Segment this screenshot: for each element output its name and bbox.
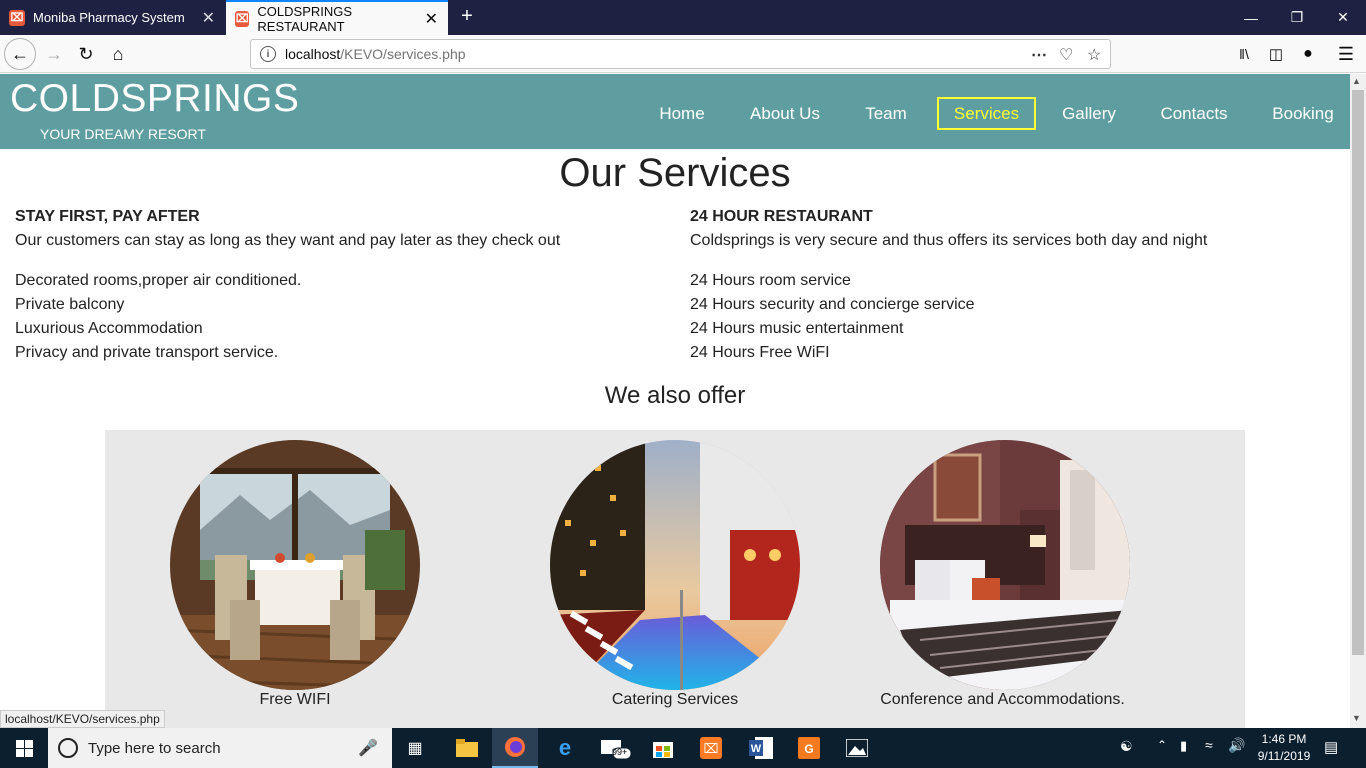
- svg-text:⌧: ⌧: [704, 742, 719, 757]
- services-title: Our Services: [559, 151, 791, 195]
- page-actions-icon[interactable]: ⋯: [1031, 45, 1047, 65]
- menu-team[interactable]: Team: [850, 98, 922, 129]
- list-item: Luxurious Accommodation: [15, 320, 203, 337]
- taskbar-clock[interactable]: 1:46 PM 9/11/2019: [1248, 731, 1320, 765]
- right-heading: 24 HOUR RESTAURANT: [690, 208, 873, 225]
- volume-icon[interactable]: 🔊: [1228, 737, 1245, 754]
- offer-title: We also offer: [604, 382, 746, 409]
- url-path: /KEVO/services.php: [340, 46, 466, 62]
- mail-icon[interactable]: 99+: [592, 728, 638, 768]
- search-placeholder: Type here to search: [88, 739, 221, 757]
- window-close-icon[interactable]: ✕: [1320, 0, 1366, 35]
- tab-moniba[interactable]: ⌧ Moniba Pharmacy System ✕: [0, 0, 225, 35]
- battery-icon[interactable]: ▮: [1180, 738, 1187, 754]
- info-icon[interactable]: i: [260, 46, 276, 62]
- firefox-icon[interactable]: [492, 728, 538, 768]
- photos-icon[interactable]: [834, 728, 880, 768]
- clock-date: 9/11/2019: [1257, 749, 1311, 763]
- restore-icon[interactable]: ❐: [1274, 0, 1320, 35]
- tab-strip: ⌧ Moniba Pharmacy System ✕ ⌧ COLDSPRINGS…: [0, 0, 1366, 35]
- left-description: Our customers can stay as long as they w…: [15, 232, 561, 249]
- account-icon[interactable]: ●: [1292, 38, 1324, 70]
- list-item: 24 Hours security and concierge service: [690, 296, 975, 313]
- clock-time: 1:46 PM: [1261, 732, 1307, 746]
- new-tab-icon[interactable]: +: [455, 4, 479, 28]
- left-heading: STAY FIRST, PAY AFTER: [15, 208, 200, 225]
- rooftop-pool-photo: [550, 440, 800, 690]
- right-description: Coldsprings is very secure and thus offe…: [690, 232, 1208, 249]
- scrollbar-thumb[interactable]: [1352, 90, 1364, 655]
- services-left-column: STAY FIRST, PAY AFTER Our customers can …: [15, 205, 665, 365]
- list-item: Private balcony: [15, 296, 125, 313]
- svg-text:W: W: [751, 743, 762, 755]
- nav-toolbar: ← → ↻ ⌂ i localhost/KEVO/services.php ⋯ …: [0, 35, 1366, 73]
- pocket-icon[interactable]: ♡: [1059, 45, 1073, 65]
- list-item: Decorated rooms,proper air conditioned.: [15, 272, 302, 289]
- url-bar[interactable]: i localhost/KEVO/services.php ⋯ ♡ ☆: [250, 39, 1111, 69]
- home-icon[interactable]: ⌂: [102, 38, 134, 70]
- hotel-bedroom-photo: [880, 440, 1130, 690]
- reload-icon[interactable]: ↻: [70, 38, 102, 70]
- menu-gallery[interactable]: Gallery: [1050, 98, 1128, 129]
- services-right-column: 24 HOUR RESTAURANT Coldsprings is very s…: [690, 205, 1340, 365]
- mail-badge: 99+: [612, 747, 628, 757]
- minimize-icon[interactable]: —: [1228, 0, 1274, 35]
- library-icon[interactable]: ‖\: [1228, 38, 1260, 70]
- url-host: localhost: [285, 46, 341, 62]
- xampp-taskbar-icon[interactable]: ⌧: [688, 728, 734, 768]
- windows-start-icon[interactable]: [0, 728, 48, 768]
- microphone-icon[interactable]: 🎤: [358, 738, 378, 758]
- store-icon[interactable]: [640, 728, 686, 768]
- show-hidden-icons[interactable]: ⌃: [1157, 738, 1167, 752]
- taskbar-search-box[interactable]: Type here to search 🎤: [48, 728, 392, 768]
- offer-caption-conference: Conference and Accommodations.: [880, 691, 1125, 708]
- back-icon[interactable]: ←: [4, 38, 36, 70]
- file-explorer-icon[interactable]: [444, 728, 490, 768]
- cortana-icon: [58, 738, 78, 758]
- svg-text:G: G: [804, 742, 813, 756]
- edge-icon[interactable]: e: [542, 728, 588, 768]
- close-icon[interactable]: ✕: [202, 8, 215, 28]
- forward-icon[interactable]: →: [38, 38, 70, 70]
- offer-caption-wifi: Free WIFI: [259, 691, 331, 708]
- tab-coldsprings[interactable]: ⌧ COLDSPRINGS RESTAURANT ✕: [226, 0, 448, 35]
- menu-icon[interactable]: ☰: [1330, 38, 1362, 70]
- task-view-icon[interactable]: ▦: [392, 728, 438, 768]
- site-header: COLDSPRINGS YOUR DREAMY RESORT Home Abou…: [0, 74, 1350, 149]
- dining-room-photo: [170, 440, 420, 690]
- menu-contacts[interactable]: Contacts: [1148, 98, 1240, 129]
- page-viewport: COLDSPRINGS YOUR DREAMY RESORT Home Abou…: [0, 74, 1350, 728]
- list-item: 24 Hours Free WiFI: [690, 344, 830, 361]
- offer-caption-catering: Catering Services: [611, 691, 739, 708]
- xampp-icon: ⌧: [235, 10, 250, 27]
- close-icon[interactable]: ✕: [425, 9, 438, 29]
- offer-gallery: Free WIFI Catering Services Conference a…: [105, 430, 1245, 728]
- list-item: 24 Hours room service: [690, 272, 851, 289]
- menu-services[interactable]: Services: [937, 97, 1036, 130]
- notification-icon[interactable]: ▤: [1324, 738, 1338, 756]
- scroll-down-icon[interactable]: ▼: [1352, 713, 1361, 723]
- windows-taskbar: Type here to search 🎤 ▦ e 99+ ⌧ W G ☯ ⌃ …: [0, 728, 1366, 768]
- menu-home[interactable]: Home: [642, 98, 722, 129]
- foxit-icon[interactable]: G: [786, 728, 832, 768]
- scroll-up-icon[interactable]: ▲: [1352, 76, 1361, 86]
- menu-about-us[interactable]: About Us: [738, 98, 832, 129]
- site-brand[interactable]: COLDSPRINGS: [10, 77, 299, 121]
- tab-title: Moniba Pharmacy System: [33, 10, 185, 25]
- menu-booking[interactable]: Booking: [1260, 98, 1346, 129]
- tab-title: COLDSPRINGS RESTAURANT: [257, 3, 353, 34]
- word-icon[interactable]: W: [738, 728, 784, 768]
- people-icon[interactable]: ☯: [1120, 738, 1133, 755]
- site-tagline: YOUR DREAMY RESORT: [40, 126, 206, 142]
- status-bar-url: localhost/KEVO/services.php: [0, 710, 165, 728]
- list-item: Privacy and private transport service.: [15, 344, 279, 361]
- wifi-icon[interactable]: ≈: [1205, 737, 1213, 753]
- bookmark-star-icon[interactable]: ☆: [1087, 45, 1101, 65]
- xampp-icon: ⌧: [9, 9, 25, 26]
- sidebar-icon[interactable]: ◫: [1260, 38, 1292, 70]
- list-item: 24 Hours music entertainment: [690, 320, 904, 337]
